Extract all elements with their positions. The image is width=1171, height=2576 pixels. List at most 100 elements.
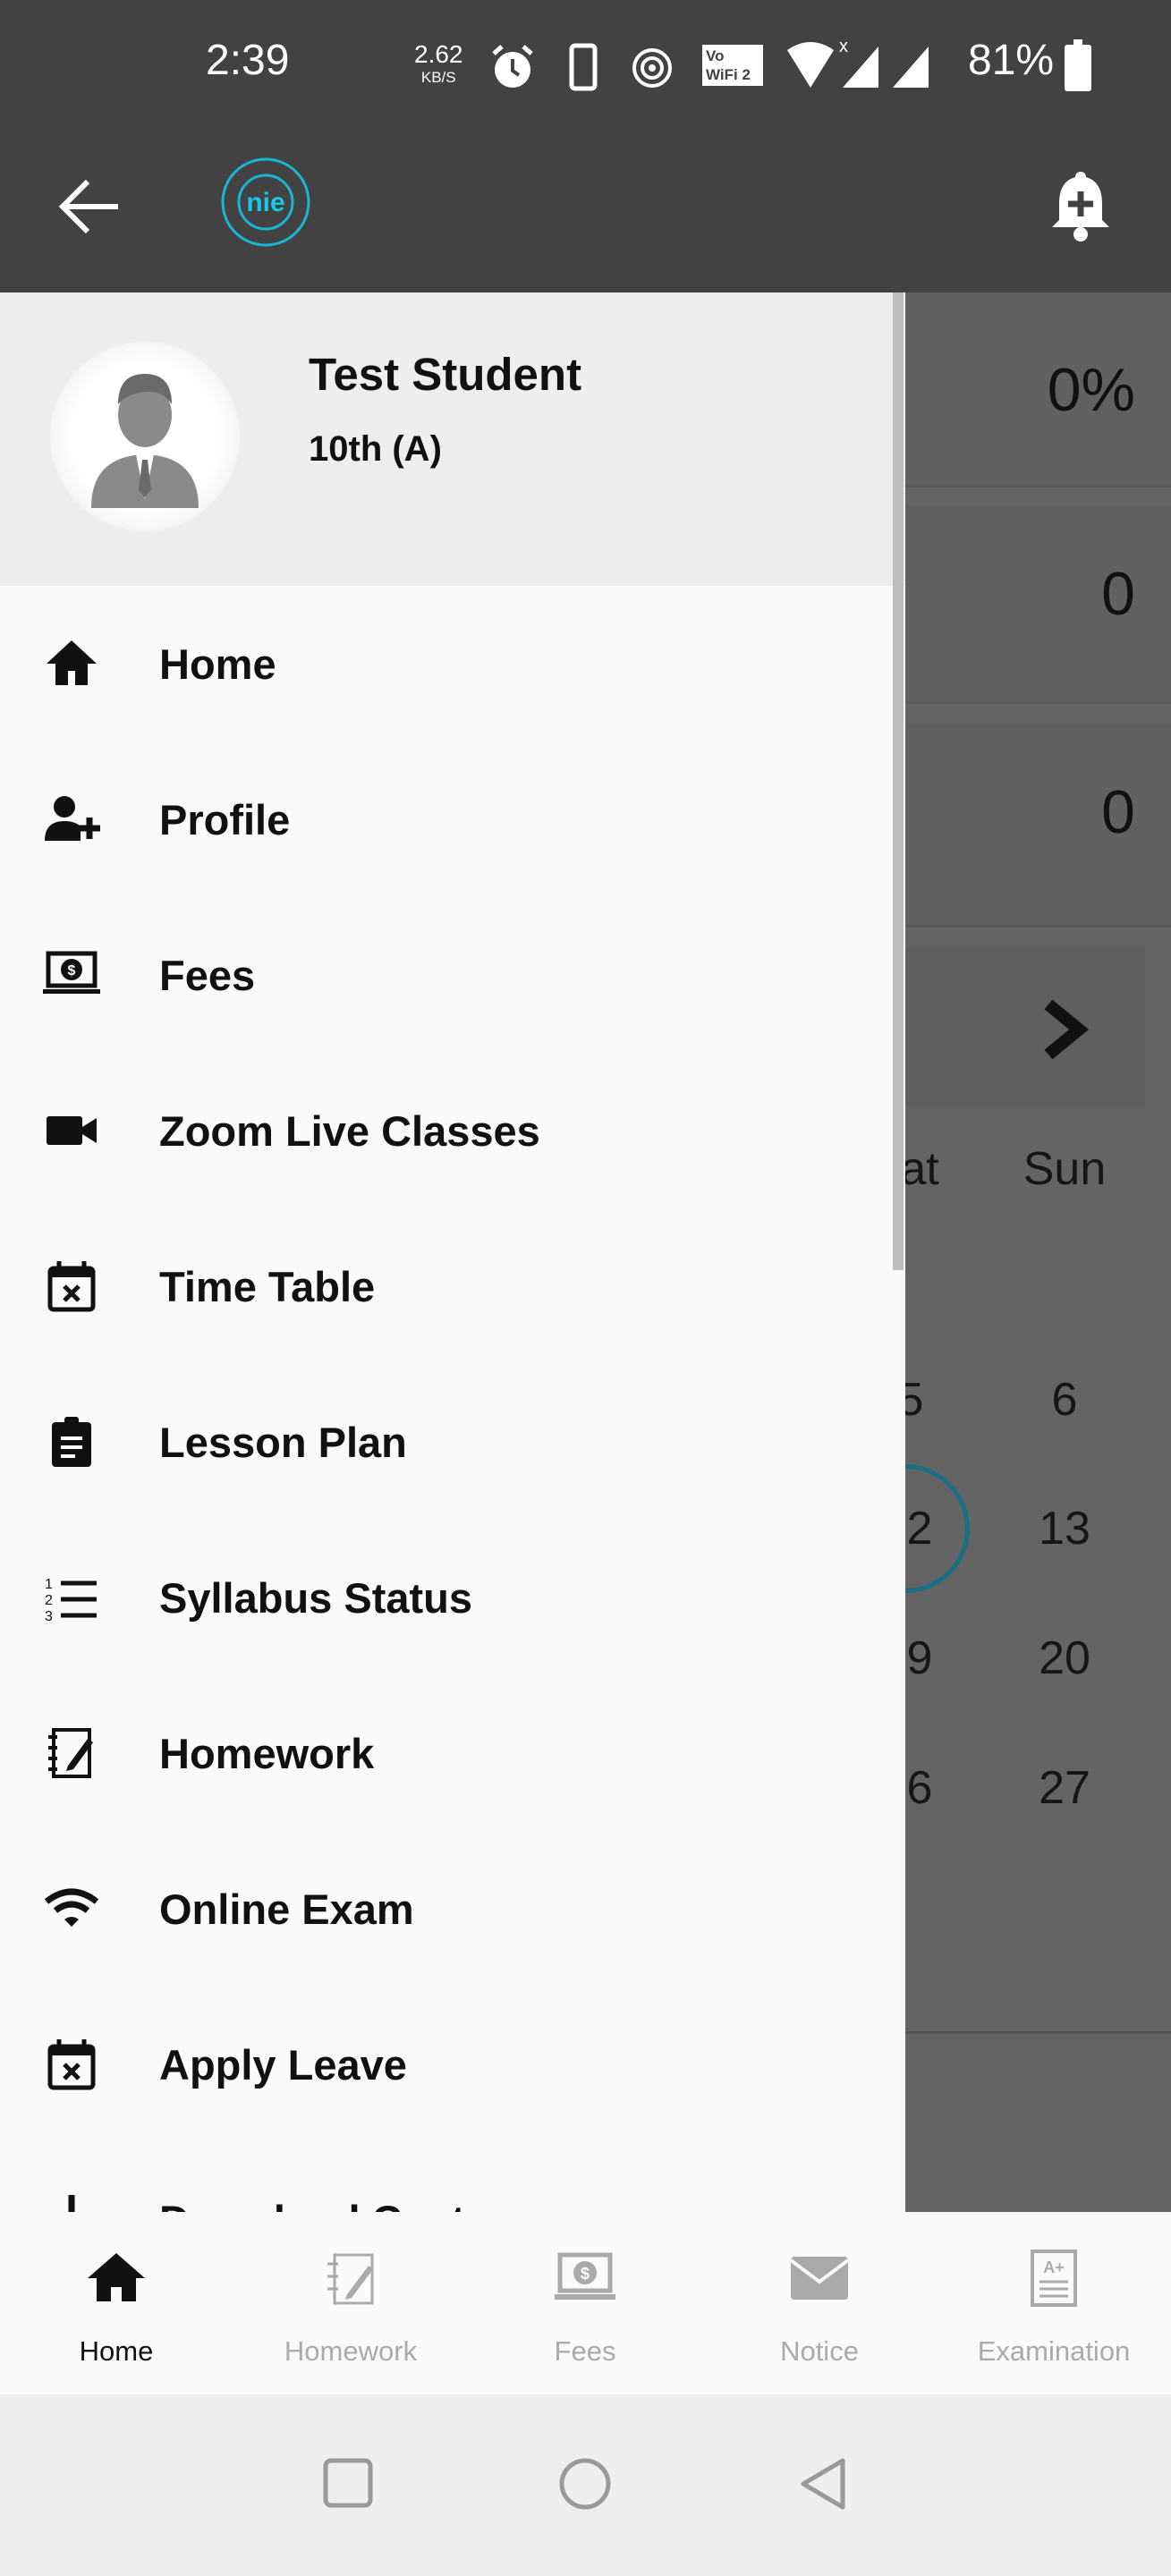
stat-value: 0% — [1047, 356, 1135, 424]
chevron-right-icon[interactable] — [1039, 997, 1093, 1062]
calendar-date[interactable]: 6 — [1052, 1373, 1078, 1427]
app-toolbar: nie — [0, 134, 1171, 292]
alarm-icon — [492, 45, 533, 88]
drawer-item-label: Apply Leave — [159, 2040, 407, 2089]
homework-icon — [327, 2253, 374, 2305]
drawer-item-profile[interactable]: Profile — [0, 741, 895, 897]
drawer-item-home[interactable]: Home — [0, 586, 895, 741]
bottom-nav-label: Notice — [780, 2335, 859, 2367]
svg-text:A+: A+ — [1043, 2258, 1065, 2276]
fees-laptop-icon: $ — [0, 946, 143, 1004]
homework-icon — [0, 1724, 143, 1782]
drawer-item-label: Homework — [159, 1729, 375, 1777]
home-button-icon[interactable] — [558, 2457, 612, 2511]
svg-text:1: 1 — [45, 1577, 53, 1592]
recents-button-icon[interactable] — [322, 2457, 374, 2509]
bottom-nav-label: Fees — [554, 2335, 616, 2367]
battery-icon — [1065, 39, 1091, 91]
back-arrow-icon[interactable] — [57, 174, 122, 239]
clock: 2:39 — [206, 37, 290, 84]
user-name: Test Student — [309, 349, 582, 400]
weekday-label: at — [900, 1143, 939, 1195]
video-camera-icon — [0, 1102, 143, 1159]
drawer-item-label: Download Center — [159, 2196, 505, 2213]
bottom-nav-label: Home — [79, 2335, 154, 2367]
drawer-item-label: Syllabus Status — [159, 1573, 472, 1622]
navigation-drawer: Test Student 10th (A) Home Profile $ Fees Zo… — [0, 292, 905, 2212]
phone-icon — [569, 43, 598, 91]
hotspot-icon — [632, 48, 672, 88]
drawer-item-homework[interactable]: Homework — [0, 1675, 895, 1831]
notice-icon — [789, 2257, 850, 2300]
drawer-item-time-table[interactable]: Time Table — [0, 1208, 895, 1364]
stat-value: 0 — [1101, 778, 1135, 846]
calendar-date[interactable]: 27 — [1039, 1761, 1090, 1815]
calendar-date[interactable]: 2 — [907, 1502, 933, 1555]
signal-icons: x — [787, 37, 929, 88]
net-speed: 2.62 KB/S — [414, 42, 463, 89]
drawer-item-download-center[interactable]: Download Center — [0, 2142, 895, 2212]
calendar-x-icon — [0, 1258, 143, 1315]
drawer-item-zoom-live-classes[interactable]: Zoom Live Classes — [0, 1053, 895, 1208]
svg-text:$: $ — [581, 2265, 590, 2283]
calendar-date[interactable]: 9 — [907, 1631, 933, 1685]
divider — [905, 2031, 1171, 2034]
stat-card: 0% — [905, 292, 1171, 487]
numbered-list-icon: 123 — [0, 1569, 143, 1626]
calendar-date[interactable]: 13 — [1039, 1502, 1090, 1555]
svg-text:x: x — [839, 37, 848, 56]
bottom-nav-label: Homework — [284, 2335, 418, 2367]
svg-text:nie: nie — [246, 188, 284, 217]
bottom-navigation: Home Homework $ Fees Notice A+ Examination — [0, 2212, 1171, 2394]
home-icon — [0, 635, 143, 692]
calendar-x-icon — [0, 2036, 143, 2093]
wifi-icon — [0, 1880, 143, 1937]
stat-card: 0 — [905, 505, 1171, 704]
drawer-item-label: Home — [159, 640, 276, 688]
back-button-icon[interactable] — [796, 2457, 850, 2511]
drawer-item-label: Zoom Live Classes — [159, 1106, 540, 1155]
svg-text:$: $ — [68, 963, 76, 979]
fees-icon: $ — [555, 2252, 615, 2300]
download-icon — [0, 2191, 143, 2212]
drawer-item-online-exam[interactable]: Online Exam — [0, 1831, 895, 1987]
calendar-date[interactable]: 20 — [1039, 1631, 1090, 1685]
drawer-item-label: Lesson Plan — [159, 1418, 407, 1466]
institute-logo: nie — [221, 157, 310, 247]
bottom-nav-notice[interactable]: Notice — [702, 2212, 937, 2394]
battery-percent: 81% — [968, 37, 1055, 84]
drawer-item-syllabus-status[interactable]: 1 2 3 Syllabus Status — [0, 1520, 895, 1675]
bottom-nav-fees[interactable]: $ Fees — [468, 2212, 702, 2394]
person-add-icon — [0, 791, 143, 848]
vowifi-icon: Vo WiFi 2 — [702, 45, 763, 86]
drawer-item-label: Online Exam — [159, 1885, 414, 1933]
system-navigation-bar — [0, 2394, 1171, 2576]
stat-card: 0 — [905, 724, 1171, 928]
svg-text:2: 2 — [45, 1593, 53, 1608]
status-bar: 2:39 2.62 KB/S Vo WiFi 2 x 81% — [0, 0, 1171, 134]
clipboard-icon — [0, 1413, 143, 1470]
examination-icon: A+ — [1031, 2250, 1077, 2307]
drawer-item-apply-leave[interactable]: Apply Leave — [0, 1987, 895, 2142]
bottom-nav-homework[interactable]: Homework — [233, 2212, 468, 2394]
svg-text:3: 3 — [45, 1609, 53, 1624]
drawer-header: Test Student 10th (A) — [0, 292, 905, 586]
drawer-scrollbar[interactable] — [893, 292, 904, 1270]
weekday-label: Sun — [1023, 1143, 1107, 1195]
notification-add-icon[interactable] — [1047, 168, 1115, 243]
net-speed-unit: KB/S — [420, 69, 456, 86]
calendar-date[interactable]: 6 — [907, 1761, 933, 1815]
bottom-nav-home[interactable]: Home — [0, 2212, 233, 2394]
drawer-item-label: Profile — [159, 795, 291, 843]
user-class: 10th (A) — [309, 429, 442, 469]
drawer-item-fees[interactable]: $ Fees — [0, 897, 895, 1053]
bottom-nav-examination[interactable]: A+ Examination — [937, 2212, 1171, 2394]
drawer-item-label: Fees — [159, 951, 256, 999]
avatar — [50, 342, 240, 531]
user-avatar-icon — [91, 374, 199, 508]
bottom-nav-label: Examination — [977, 2335, 1131, 2367]
drawer-item-lesson-plan[interactable]: Lesson Plan — [0, 1364, 895, 1520]
home-icon — [88, 2253, 145, 2301]
drawer-item-label: Time Table — [159, 1262, 376, 1310]
calendar-header — [905, 945, 1145, 1108]
